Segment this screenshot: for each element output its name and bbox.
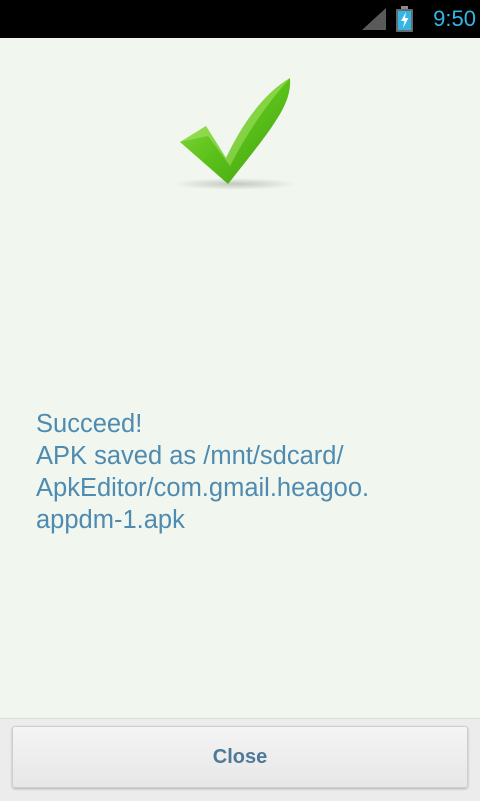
result-message: Succeed! APK saved as /mnt/sdcard/ ApkEd… (36, 408, 456, 536)
message-line-succeed: Succeed! (36, 410, 143, 438)
signal-icon (362, 8, 386, 30)
status-bar: 9:50 (0, 0, 480, 38)
close-button[interactable]: Close (12, 726, 468, 788)
status-time: 9:50 (433, 6, 476, 31)
message-line-path-1: APK saved as /mnt/sdcard/ (36, 442, 344, 470)
checkmark-icon (173, 78, 297, 190)
message-line-path-3: appdm-1.apk (36, 506, 185, 534)
message-line-path-2: ApkEditor/com.gmail.heagoo. (36, 474, 370, 502)
battery-charging-icon (396, 6, 413, 32)
